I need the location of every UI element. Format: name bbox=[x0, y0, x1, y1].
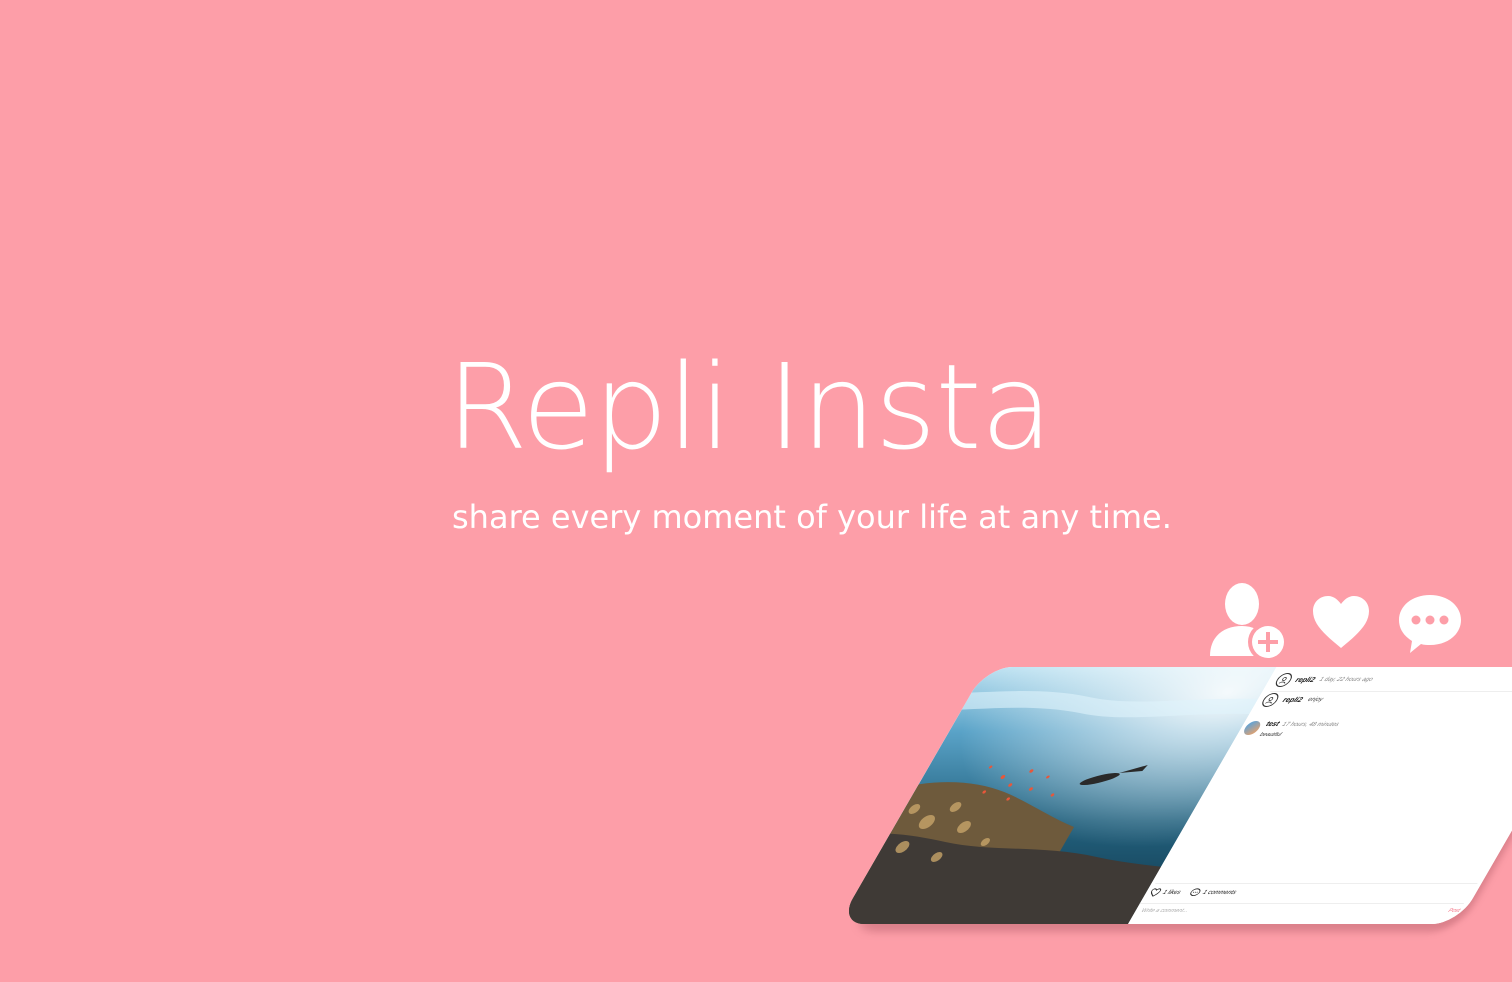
comment-text: beautiful bbox=[1258, 732, 1283, 738]
avatar[interactable] bbox=[1259, 693, 1282, 707]
comments-button[interactable]: 1 comments bbox=[1188, 888, 1239, 897]
comments-count: 1 comments bbox=[1201, 889, 1238, 896]
like-button[interactable]: 1 likes bbox=[1148, 888, 1183, 897]
comment-item: test 17 hours, 48 minutes beautiful bbox=[1239, 721, 1340, 738]
comment-input[interactable]: Write a comment... bbox=[1134, 908, 1190, 914]
comment-username[interactable]: test bbox=[1264, 721, 1280, 728]
comment-form: Write a comment... Post bbox=[1133, 903, 1465, 914]
post-header: repli2 1 day, 22 hours ago ··· bbox=[1269, 673, 1512, 692]
post-caption: repli2 enjoy bbox=[1259, 693, 1326, 707]
post-time: 1 day, 22 hours ago bbox=[1317, 677, 1374, 683]
app-tagline: share every moment of your life at any t… bbox=[452, 498, 1172, 536]
comment-time: 17 hours, 48 minutes bbox=[1280, 722, 1341, 728]
post-mockup: repli2 1 day, 22 hours ago ··· repli2 en… bbox=[838, 667, 1512, 924]
comment-outline-icon bbox=[1190, 888, 1201, 896]
heart-outline-icon bbox=[1151, 888, 1162, 897]
avatar[interactable] bbox=[1272, 673, 1295, 687]
post-username[interactable]: repli2 bbox=[1294, 677, 1317, 684]
post-actions: 1 likes 1 comments bbox=[1147, 883, 1478, 897]
post-comment-button[interactable]: Post bbox=[1447, 908, 1461, 914]
caption-username[interactable]: repli2 bbox=[1281, 697, 1304, 704]
likes-count: 1 likes bbox=[1161, 889, 1182, 896]
app-title: Repli Insta bbox=[446, 338, 1053, 476]
caption-text: enjoy bbox=[1306, 697, 1325, 703]
heart-icon bbox=[1313, 596, 1369, 648]
chat-bubble-icon bbox=[1399, 595, 1461, 653]
add-user-icon bbox=[1210, 583, 1288, 662]
